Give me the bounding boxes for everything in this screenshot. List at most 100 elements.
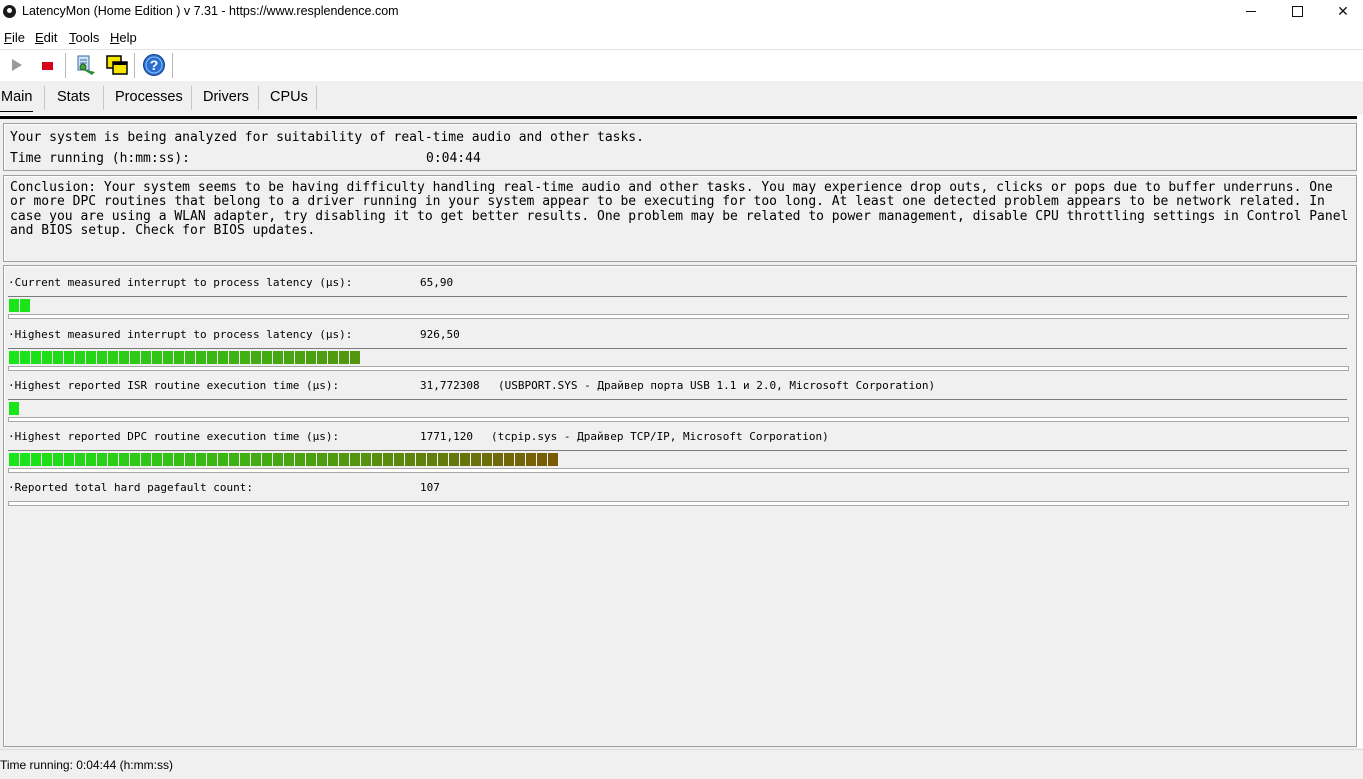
bar-segment: [20, 299, 30, 312]
tab-cpus[interactable]: CPUs: [270, 89, 308, 111]
title-bar: LatencyMon (Home Edition ) v 7.31 - http…: [0, 0, 1363, 24]
bar-segment: [196, 453, 206, 466]
bar-segment: [108, 351, 118, 364]
metric-label: ·Current measured interrupt to process l…: [8, 276, 353, 289]
menu-edit[interactable]: Edit: [35, 30, 57, 45]
bar-underline: [8, 468, 1349, 473]
bar-segment: [218, 453, 228, 466]
latency-bar: [8, 348, 1347, 368]
bar-fill: [9, 453, 559, 466]
tab-processes[interactable]: Processes: [115, 89, 183, 111]
tab-separator: [258, 86, 259, 110]
metric-value: 1771,120: [420, 430, 473, 443]
tab-main[interactable]: Main: [0, 89, 34, 112]
scrollbar[interactable]: [1357, 116, 1363, 748]
help-icon[interactable]: ?: [142, 53, 166, 77]
minimize-button[interactable]: [1228, 0, 1274, 24]
metrics-panel: ·Current measured interrupt to process l…: [3, 265, 1357, 747]
bar-segment: [130, 453, 140, 466]
menu-file[interactable]: File: [4, 30, 25, 45]
tab-bar: Main Stats Processes Drivers CPUs: [0, 81, 1363, 115]
bar-segment: [174, 351, 184, 364]
bar-segment: [119, 453, 129, 466]
bar-segment: [548, 453, 558, 466]
bar-segment: [328, 351, 338, 364]
bar-segment: [185, 453, 195, 466]
metric-label: ·Highest measured interrupt to process l…: [8, 328, 353, 341]
bar-segment: [108, 453, 118, 466]
bar-segment: [31, 351, 41, 364]
latency-bar: [8, 450, 1347, 470]
bar-segment: [20, 351, 30, 364]
tab-separator: [103, 86, 104, 110]
tab-stats[interactable]: Stats: [57, 89, 90, 111]
bar-segment: [504, 453, 514, 466]
report-icon[interactable]: [73, 53, 97, 77]
maximize-icon: [1291, 6, 1303, 17]
bar-segment: [306, 351, 316, 364]
bar-segment: [53, 453, 63, 466]
tab-separator: [316, 86, 317, 110]
bar-segment: [163, 453, 173, 466]
bar-segment: [372, 453, 382, 466]
main-content: Your system is being analyzed for suitab…: [0, 116, 1363, 751]
metric-value: 926,50: [420, 328, 460, 341]
bar-segment: [449, 453, 459, 466]
metric-value: 65,90: [420, 276, 454, 289]
toolbar-separator: [172, 53, 174, 78]
bar-segment: [141, 351, 151, 364]
bar-underline: [8, 501, 1349, 506]
bar-segment: [526, 453, 536, 466]
play-icon[interactable]: [6, 53, 30, 77]
minimize-icon: [1246, 11, 1256, 12]
bar-segment: [152, 453, 162, 466]
bar-segment: [273, 351, 283, 364]
bar-segment: [64, 351, 74, 364]
bar-segment: [328, 453, 338, 466]
tab-drivers[interactable]: Drivers: [203, 89, 249, 111]
bar-segment: [317, 453, 327, 466]
menu-tools[interactable]: Tools: [69, 30, 99, 45]
bar-segment: [306, 453, 316, 466]
stop-icon[interactable]: [36, 53, 60, 77]
conclusion-text: Conclusion: Your system seems to be havi…: [10, 180, 1349, 238]
bar-segment: [42, 453, 52, 466]
bar-segment: [240, 453, 250, 466]
bar-segment: [196, 351, 206, 364]
bar-segment: [207, 351, 217, 364]
bar-segment: [64, 453, 74, 466]
bar-segment: [240, 351, 250, 364]
bar-segment: [515, 453, 525, 466]
close-button[interactable]: ✕: [1320, 0, 1363, 24]
close-icon: ✕: [1337, 3, 1349, 19]
bar-segment: [383, 453, 393, 466]
bar-segment: [174, 453, 184, 466]
bar-segment: [9, 402, 19, 415]
bar-fill: [9, 402, 20, 415]
menu-help[interactable]: Help: [110, 30, 137, 45]
window-icon[interactable]: [105, 53, 129, 77]
bar-segment: [97, 351, 107, 364]
bar-segment: [9, 351, 19, 364]
bar-segment: [152, 351, 162, 364]
time-running-label: Time running (h:mm:ss):: [10, 151, 191, 166]
bar-segment: [163, 351, 173, 364]
toolbar-separator: [134, 53, 136, 78]
bar-segment: [86, 351, 96, 364]
metric-label: ·Reported total hard pagefault count:: [8, 481, 254, 494]
bar-segment: [251, 453, 261, 466]
bar-segment: [119, 351, 129, 364]
metric-driver-info: (tcpip.sys - Драйвер TCP/IP, Microsoft C…: [491, 430, 829, 443]
bar-segment: [405, 453, 415, 466]
bar-segment: [295, 351, 305, 364]
metric-value: 31,772308: [420, 379, 480, 392]
bar-segment: [218, 351, 228, 364]
bar-segment: [229, 453, 239, 466]
bar-segment: [284, 453, 294, 466]
maximize-button[interactable]: [1274, 0, 1320, 24]
bar-segment: [482, 453, 492, 466]
window-title: LatencyMon (Home Edition ) v 7.31 - http…: [22, 4, 399, 18]
app-icon: [3, 5, 16, 18]
bar-segment: [317, 351, 327, 364]
bar-segment: [9, 299, 19, 312]
